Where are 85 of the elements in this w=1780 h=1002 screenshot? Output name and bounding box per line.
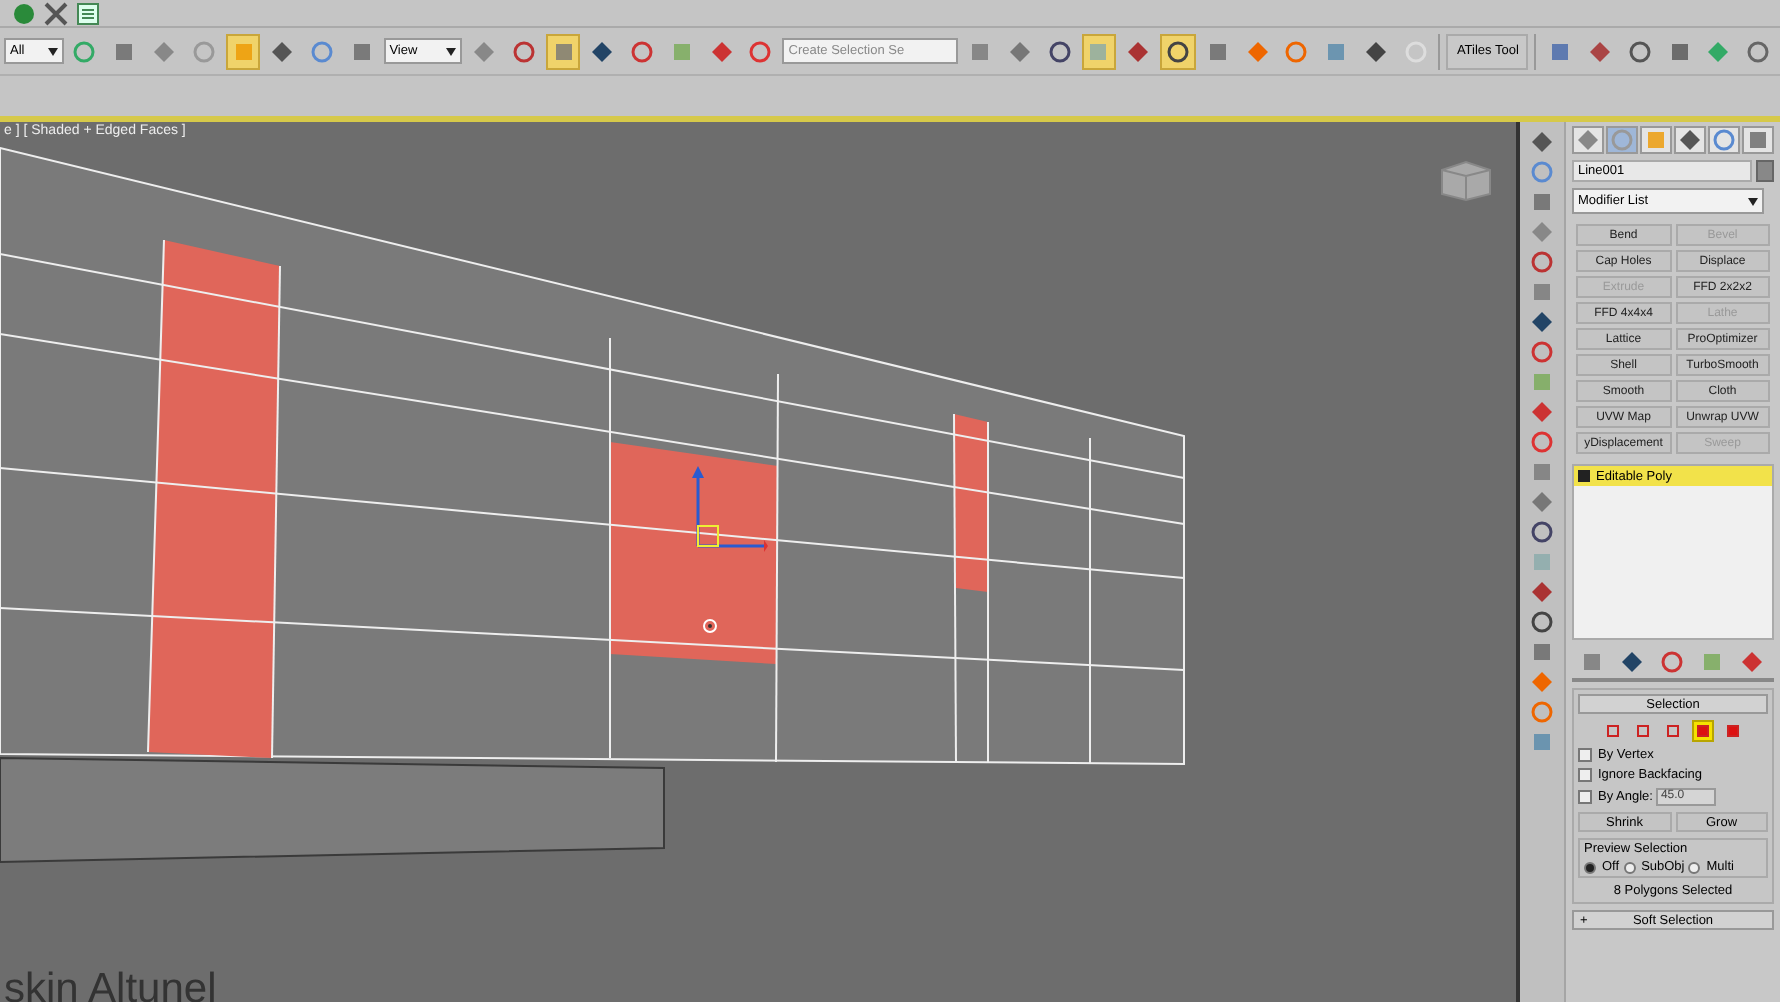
- panel-tab[interactable]: [1674, 126, 1706, 154]
- app-icon[interactable]: [12, 1, 36, 25]
- tool-icon: [270, 39, 295, 63]
- tool-icon: [1746, 39, 1771, 63]
- tool-icon: [1620, 650, 1644, 674]
- tool-icon: [968, 39, 993, 63]
- tool-icon: [1530, 700, 1555, 724]
- tool-icon: [748, 39, 773, 63]
- tool-icon: [1530, 400, 1555, 424]
- caption-text: skin Altunel: [4, 966, 217, 1002]
- tool-icon: [1530, 640, 1555, 664]
- tool-icon: [630, 39, 655, 63]
- tool-icon: [709, 39, 734, 63]
- tool-icon: [1245, 39, 1270, 63]
- tool-icon: [1588, 39, 1613, 63]
- view-cube-icon[interactable]: [1436, 158, 1496, 202]
- tool-icon: [1126, 39, 1151, 63]
- tool-icon: [1165, 39, 1190, 63]
- tool-icon: [191, 39, 216, 63]
- subobject-button[interactable]: [1662, 720, 1684, 742]
- tool-icon: [1530, 190, 1555, 214]
- tool-icon: [669, 39, 694, 63]
- list-icon[interactable]: [76, 1, 100, 25]
- tool-icon: [1086, 39, 1111, 63]
- tool-icon: [1548, 39, 1573, 63]
- panel-tab[interactable]: [1742, 126, 1774, 154]
- tool-icon: [152, 39, 176, 63]
- tool-icon: [1530, 460, 1555, 484]
- tool-icon: [1530, 670, 1555, 694]
- tool-icon: [1530, 220, 1555, 244]
- tool-icon: [1284, 39, 1309, 63]
- tool-icon: [1678, 128, 1702, 152]
- tool-icon: [1530, 310, 1555, 334]
- tool-icon: [1644, 128, 1668, 152]
- tool-icon: [472, 39, 497, 63]
- tool-icon: [1530, 610, 1555, 634]
- caret-icon: [446, 47, 457, 55]
- caret-icon: [1748, 197, 1758, 205]
- tool-icon: [1530, 160, 1555, 184]
- caret-icon: [47, 47, 58, 55]
- tool-icon: [1047, 39, 1072, 63]
- tool-icon: [1740, 650, 1764, 674]
- color-swatch[interactable]: [1756, 160, 1774, 182]
- tool-icon: [1324, 39, 1349, 63]
- panel-tab[interactable]: [1572, 126, 1604, 154]
- tool-icon: [551, 39, 576, 63]
- tool-icon: [1403, 39, 1428, 63]
- tool-icon: [1530, 130, 1555, 154]
- tool-icon: [1530, 550, 1555, 574]
- tool-icon: [1530, 340, 1555, 364]
- tool-icon: [1530, 370, 1555, 394]
- tool-icon: [1530, 280, 1555, 304]
- tool-icon: [590, 39, 615, 63]
- tool-icon: [310, 39, 335, 63]
- tool-icon: [1746, 128, 1770, 152]
- subobject-button[interactable]: [1632, 720, 1654, 742]
- subobject-button[interactable]: [1722, 720, 1744, 742]
- tool-icon: [1580, 650, 1604, 674]
- tool-icon: [1667, 39, 1692, 63]
- tool-icon: [1530, 430, 1555, 454]
- subobject-button[interactable]: [1692, 720, 1714, 742]
- tool-icon: [1576, 128, 1600, 152]
- panel-tab[interactable]: [1708, 126, 1740, 154]
- tool-icon: [1712, 128, 1736, 152]
- tool-icon: [1363, 39, 1388, 63]
- tool-icon: [1530, 580, 1555, 604]
- tool-icon: [1530, 730, 1555, 754]
- tool-icon: [511, 39, 536, 63]
- tool-icon: [1660, 650, 1684, 674]
- tool-icon: [231, 39, 256, 63]
- tool-icon: [1610, 128, 1634, 152]
- tool-icon: [1530, 490, 1555, 514]
- tool-icon: [1205, 39, 1230, 63]
- tool-icon: [1530, 520, 1555, 544]
- tool-icon: [1530, 250, 1555, 274]
- tool-icon: [1706, 39, 1731, 63]
- subobject-button[interactable]: [1602, 720, 1624, 742]
- tool-icon: [349, 39, 374, 63]
- tool-icon: [112, 39, 137, 63]
- toolbar-button[interactable]: [1160, 33, 1196, 69]
- tool-icon: [1627, 39, 1652, 63]
- tool-icon: [1700, 650, 1724, 674]
- pivot-icon: [702, 618, 718, 634]
- tool-icon: [72, 39, 97, 63]
- tool-icon: [1007, 39, 1032, 63]
